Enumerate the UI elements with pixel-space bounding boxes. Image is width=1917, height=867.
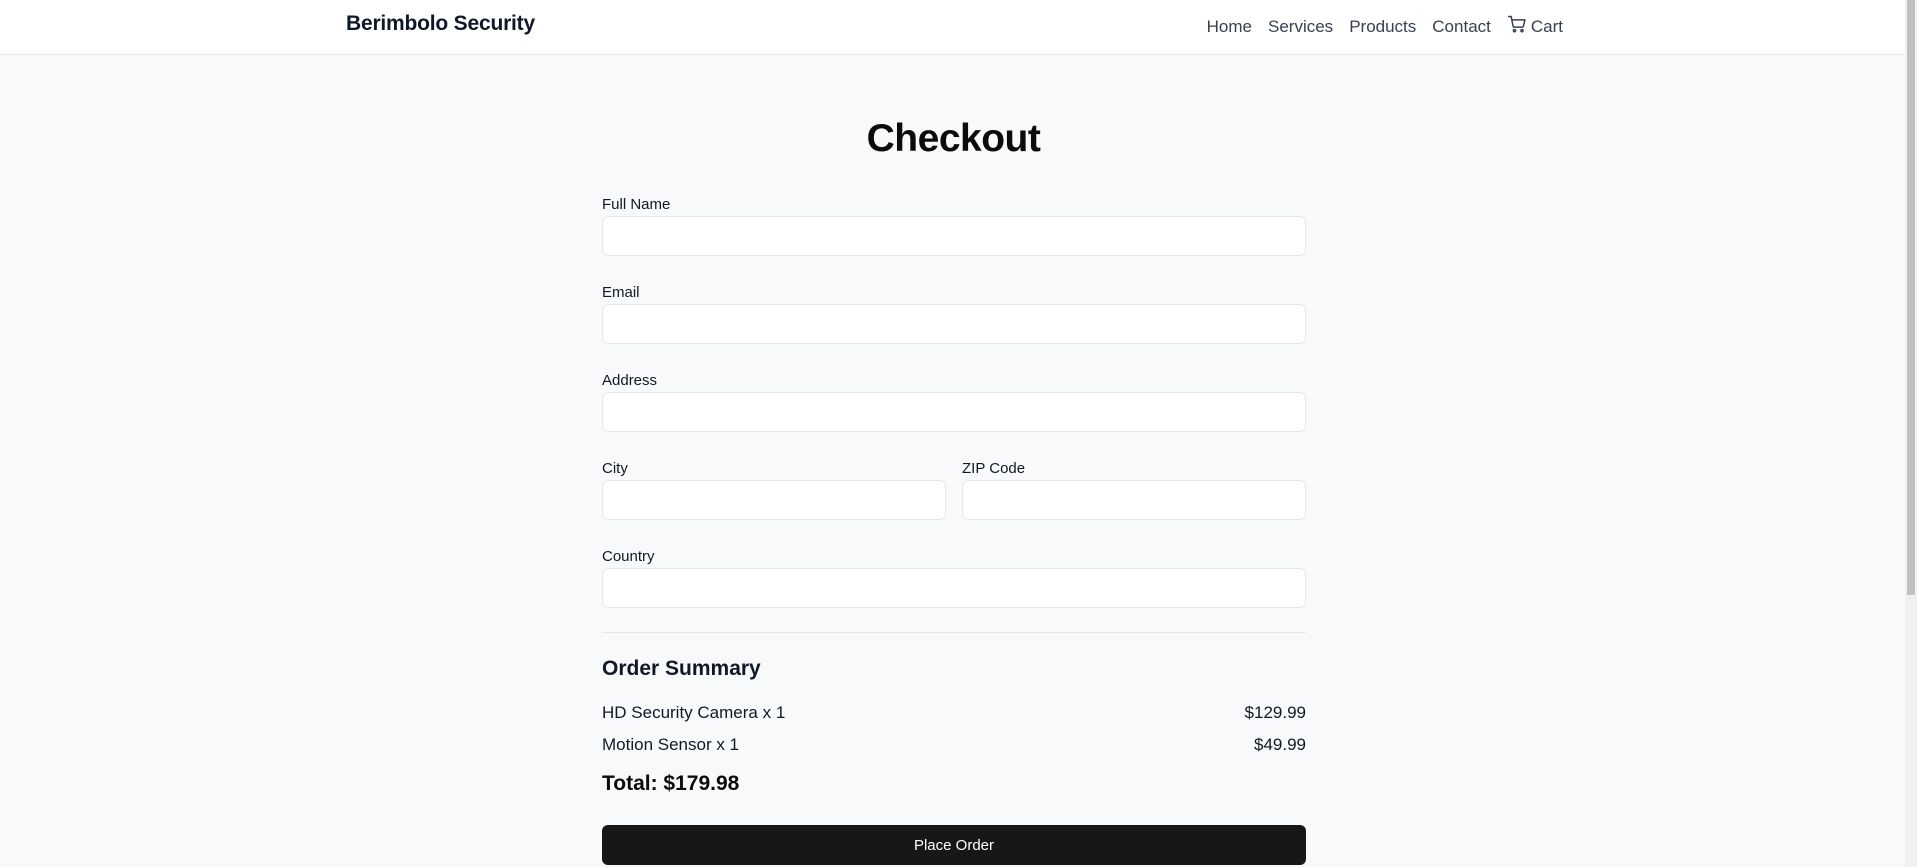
zip-code-label: ZIP Code [962,460,1026,477]
address-input[interactable] [602,392,1306,432]
nav-services[interactable]: Services [1268,17,1333,37]
city-label: City [602,460,628,477]
email-label: Email [602,284,640,301]
order-item-price: $129.99 [1244,703,1306,722]
order-item: Motion Sensor x 1 $49.99 [602,735,1306,755]
email-input[interactable] [602,304,1306,344]
full-name-label: Full Name [602,196,671,213]
nav-products[interactable]: Products [1349,17,1416,37]
address-label: Address [602,372,658,389]
place-order-button[interactable]: Place Order [602,825,1306,865]
full-name-input[interactable] [602,216,1306,256]
nav-contact[interactable]: Contact [1432,17,1491,37]
scrollbar-thumb[interactable] [1907,0,1915,595]
order-item: HD Security Camera x 1 $129.99 [602,703,1306,723]
page-title: Checkout [866,117,1041,160]
cart-label: Cart [1530,16,1563,36]
order-item-price: $49.99 [1254,735,1306,754]
nav-cart[interactable]: Cart [1507,14,1563,39]
top-navbar: Berimbolo Security Home Services Product… [0,0,1905,55]
city-input[interactable] [602,480,946,520]
zip-code-input[interactable] [962,480,1306,520]
country-label: Country [602,548,655,565]
order-total: Total: $179.98 [602,772,740,795]
order-item-name: Motion Sensor x 1 [602,735,740,754]
country-input[interactable] [602,568,1306,608]
brand-logo[interactable]: Berimbolo Security [346,12,535,36]
cart-icon [1507,14,1527,39]
order-summary-title: Order Summary [602,657,761,680]
order-item-name: HD Security Camera x 1 [602,703,786,722]
main-nav: Home Services Products Contact Cart [1207,14,1563,39]
section-divider [602,632,1306,633]
nav-home[interactable]: Home [1207,17,1252,37]
